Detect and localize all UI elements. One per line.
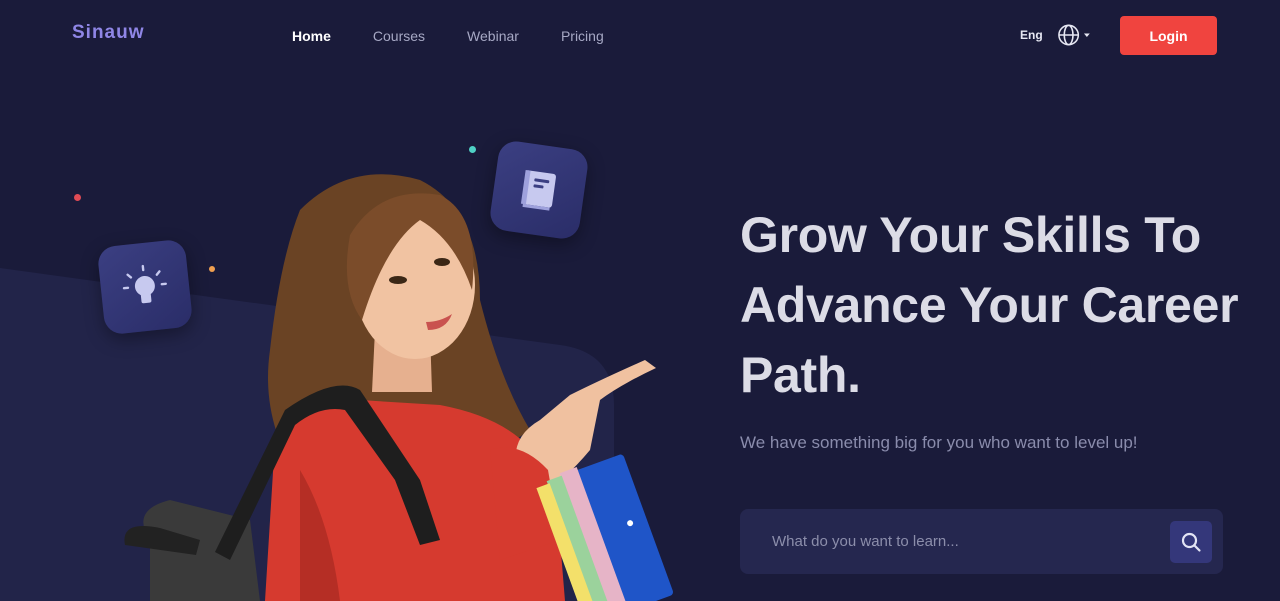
- nav-item-webinar[interactable]: Webinar: [467, 27, 519, 45]
- globe-icon: [1058, 24, 1080, 46]
- brand-logo[interactable]: Sinauw: [72, 22, 145, 44]
- decor-dot-teal: [469, 146, 476, 153]
- nav-item-home[interactable]: Home: [292, 27, 331, 45]
- decor-dot-red: [74, 194, 81, 201]
- search-input[interactable]: [760, 523, 1184, 559]
- search-button[interactable]: [1170, 521, 1212, 563]
- course-search-bar: [740, 509, 1223, 574]
- hero-headline: Grow Your Skills To Advance Your Career …: [740, 207, 1239, 403]
- caret-down-icon: [1084, 33, 1091, 37]
- search-icon: [1181, 532, 1201, 552]
- landing-page: Sinauw Home Courses Webinar Pricing Eng …: [0, 0, 1280, 601]
- main-nav: Home Courses Webinar Pricing: [292, 27, 646, 45]
- language-selector[interactable]: [1057, 24, 1091, 46]
- language-label[interactable]: Eng: [1020, 28, 1043, 42]
- nav-item-pricing[interactable]: Pricing: [561, 27, 604, 45]
- hero-subtitle: We have something big for you who want t…: [740, 433, 1138, 452]
- hero-student-image: [124, 174, 673, 601]
- login-button[interactable]: Login: [1120, 16, 1217, 55]
- nav-item-courses[interactable]: Courses: [373, 27, 425, 45]
